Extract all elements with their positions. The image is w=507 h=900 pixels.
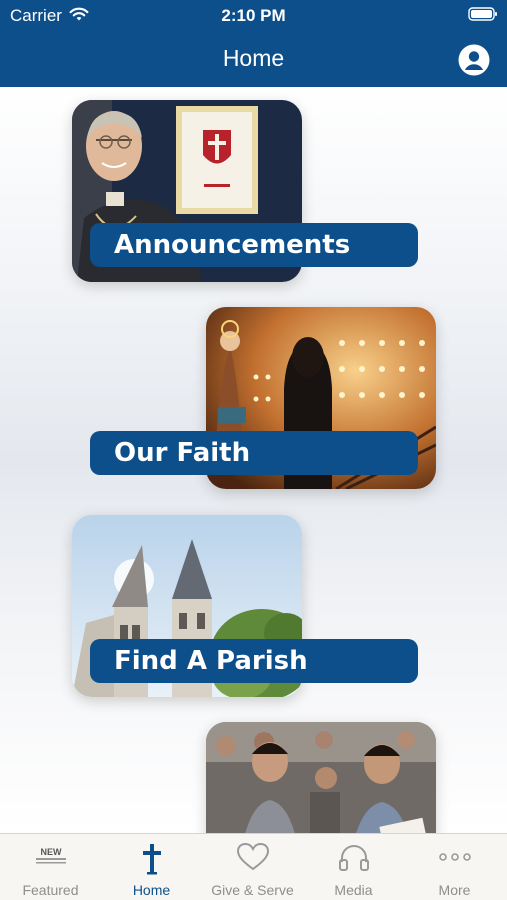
tab-featured[interactable]: NEW Featured xyxy=(0,834,101,900)
our-faith-label: Our Faith xyxy=(90,431,418,475)
profile-icon[interactable] xyxy=(458,44,490,76)
tab-home-label: Home xyxy=(132,882,171,898)
tab-more[interactable]: More xyxy=(404,834,505,900)
header: Carrier 2:10 PM Home xyxy=(0,0,507,87)
new-badge-icon: NEW xyxy=(35,847,66,864)
tab-home[interactable]: Home xyxy=(101,834,202,900)
tab-featured-label: Featured xyxy=(22,882,79,898)
tab-give-serve-label: Give & Serve xyxy=(211,882,294,898)
youth-tile[interactable] xyxy=(0,709,507,833)
heart-icon xyxy=(236,842,269,871)
announcements-label: Announcements xyxy=(90,223,418,267)
home-content[interactable]: Announcements Our Faith Find A Parish xyxy=(0,87,507,833)
tab-bar: NEW Featured Home Give & Serve Media Mor… xyxy=(0,833,507,900)
more-dots-icon xyxy=(438,853,471,861)
tab-media[interactable]: Media xyxy=(303,834,404,900)
battery-icon xyxy=(468,7,497,21)
tab-give-serve[interactable]: Give & Serve xyxy=(202,834,303,900)
our-faith-tile[interactable]: Our Faith xyxy=(0,294,507,494)
page-title: Home xyxy=(222,45,285,71)
status-bar: Carrier 2:10 PM xyxy=(0,0,507,32)
tab-more-label: More xyxy=(438,882,471,898)
find-a-parish-label: Find A Parish xyxy=(90,639,418,683)
new-badge-text: NEW xyxy=(40,847,62,857)
cross-icon xyxy=(142,844,161,875)
headphones-icon xyxy=(338,845,369,871)
youth-gathering-photo xyxy=(206,722,436,833)
status-time: 2:10 PM xyxy=(221,6,286,25)
announcements-tile[interactable]: Announcements xyxy=(0,87,507,287)
find-a-parish-tile[interactable]: Find A Parish xyxy=(0,502,507,702)
tab-media-label: Media xyxy=(334,882,373,898)
